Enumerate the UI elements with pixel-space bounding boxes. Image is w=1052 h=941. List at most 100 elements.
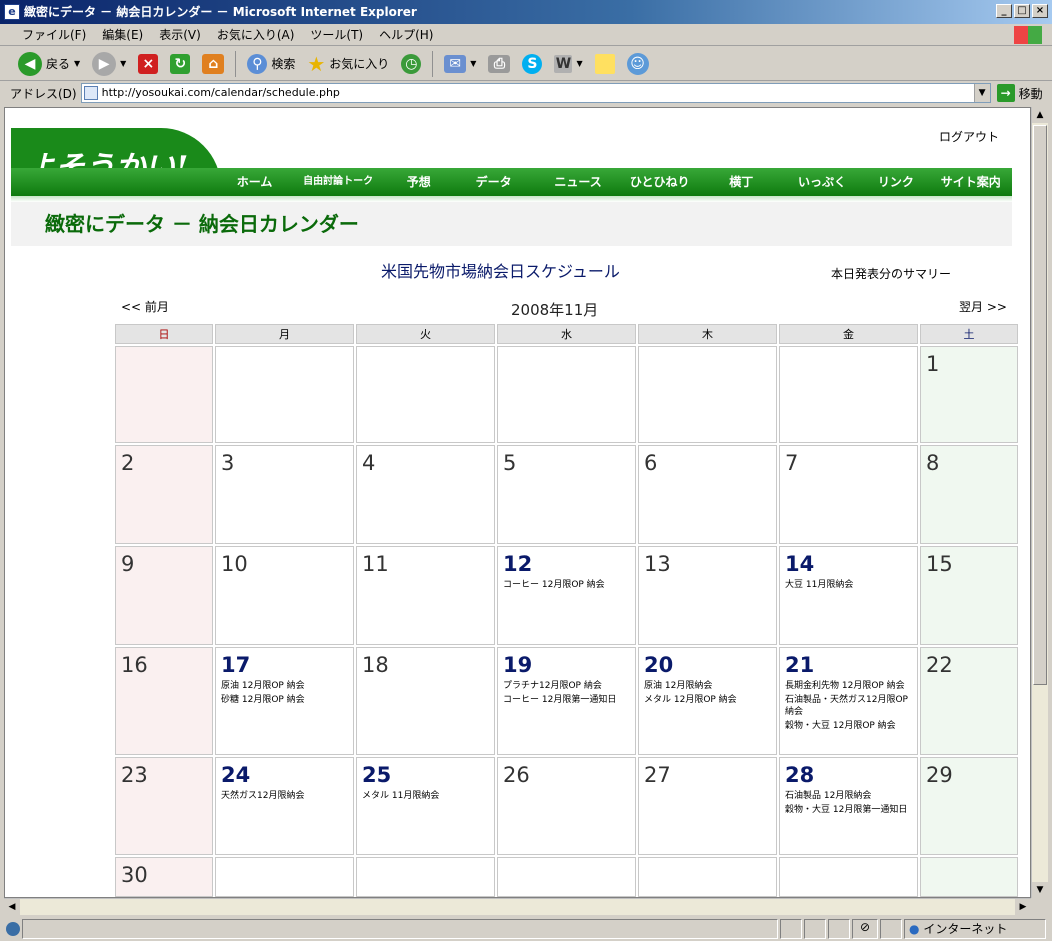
nav-home[interactable]: ホーム <box>221 168 288 196</box>
calendar-event[interactable]: 石油製品 12月限納会 <box>785 790 913 802</box>
maximize-button[interactable]: □ <box>1014 4 1030 18</box>
home-button[interactable]: ⌂ <box>198 49 228 79</box>
calendar-event[interactable]: 長期金利先物 12月限OP 納会 <box>785 680 913 692</box>
nav-talk[interactable]: 自由討論トーク <box>288 168 388 196</box>
messenger-button[interactable]: ☺ <box>623 49 653 79</box>
nav-news[interactable]: ニュース <box>538 168 619 196</box>
menu-edit[interactable]: 編集(E) <box>94 26 151 43</box>
scroll-right-icon[interactable]: ▶ <box>1015 899 1031 915</box>
note-button[interactable] <box>591 49 619 79</box>
edit-button[interactable]: W ▼ <box>550 49 586 79</box>
calendar-event[interactable]: 大豆 11月限納会 <box>785 579 913 591</box>
horizontal-scrollbar[interactable]: ◀ ▶ <box>4 898 1031 915</box>
address-input[interactable]: http://yosoukai.com/calendar/schedule.ph… <box>80 83 991 103</box>
forward-button[interactable]: ▶ ▼ <box>88 49 130 79</box>
address-bar: アドレス(D) http://yosoukai.com/calendar/sch… <box>0 82 1052 104</box>
refresh-icon: ↻ <box>170 53 191 74</box>
day-number[interactable]: 25 <box>362 762 490 788</box>
day-number[interactable]: 20 <box>644 652 772 678</box>
next-month-link[interactable]: 翌月 >> <box>959 298 1007 315</box>
page-icon <box>83 86 98 100</box>
edit-dropdown-icon[interactable]: ▼ <box>576 59 582 68</box>
prev-month-link[interactable]: << 前月 <box>121 298 169 315</box>
nav-site-guide[interactable]: サイト案内 <box>929 168 1012 196</box>
summary-link[interactable]: 本日発表分のサマリー <box>831 265 951 282</box>
refresh-button[interactable]: ↻ <box>166 49 194 79</box>
scroll-thumb[interactable] <box>1033 125 1047 685</box>
scroll-up-icon[interactable]: ▲ <box>1032 107 1048 123</box>
calendar-day-cell <box>638 346 777 443</box>
nav-ippuku[interactable]: いっぷく <box>782 168 863 196</box>
calendar-week-row: 16 17 原油 12月限OP 納会 砂糖 12月限OP 納会 18 19 プラチナ12月限… <box>115 647 1018 755</box>
menu-file[interactable]: ファイル(F) <box>14 26 94 43</box>
weekday-header: 土 <box>920 324 1018 344</box>
address-dropdown-icon[interactable]: ▼ <box>973 84 990 102</box>
menu-view[interactable]: 表示(V) <box>151 26 209 43</box>
menu-tools[interactable]: ツール(T) <box>302 26 371 43</box>
forward-dropdown-icon[interactable]: ▼ <box>120 59 126 68</box>
calendar-event[interactable]: 石油製品・天然ガス12月限OP 納会 <box>785 694 913 718</box>
scroll-down-icon[interactable]: ▼ <box>1032 882 1048 898</box>
nav-data[interactable]: データ <box>449 168 537 196</box>
day-number[interactable]: 21 <box>785 652 913 678</box>
day-number: 5 <box>503 451 517 475</box>
favorites-button[interactable]: ★ お気に入り <box>303 49 393 79</box>
nav-yokocho[interactable]: 横丁 <box>701 168 782 196</box>
calendar-event[interactable]: コーヒー 12月限OP 納会 <box>503 579 631 591</box>
close-button[interactable]: × <box>1032 4 1048 18</box>
mail-button[interactable]: ✉ ▼ <box>440 49 480 79</box>
minimize-button[interactable]: _ <box>996 4 1012 18</box>
calendar-day-cell: 17 原油 12月限OP 納会 砂糖 12月限OP 納会 <box>215 647 354 755</box>
day-number[interactable]: 14 <box>785 551 913 577</box>
calendar-event[interactable]: メタル 11月限納会 <box>362 790 490 802</box>
search-button[interactable]: ⚲ 検索 <box>243 49 299 79</box>
back-dropdown-icon[interactable]: ▼ <box>74 59 80 68</box>
day-number[interactable]: 19 <box>503 652 631 678</box>
calendar-event[interactable]: 天然ガス12月限納会 <box>221 790 349 802</box>
calendar-event[interactable]: プラチナ12月限OP 納会 <box>503 680 631 692</box>
calendar-event[interactable]: 原油 12月限OP 納会 <box>221 680 349 692</box>
status-pane <box>828 919 850 939</box>
mail-dropdown-icon[interactable]: ▼ <box>470 59 476 68</box>
day-number[interactable]: 28 <box>785 762 913 788</box>
calendar-event[interactable]: 原油 12月限納会 <box>644 680 772 692</box>
scroll-left-icon[interactable]: ◀ <box>4 899 20 915</box>
back-button[interactable]: ◀ 戻る ▼ <box>14 49 84 79</box>
skype-icon: S <box>522 53 543 74</box>
calendar-week-row: 30 <box>115 857 1018 897</box>
calendar-day-cell: 7 <box>779 445 918 544</box>
calendar-day-cell <box>497 346 636 443</box>
weekday-header: 月 <box>215 324 354 344</box>
popup-blocked-icon[interactable]: ⊘ <box>852 919 878 939</box>
print-button[interactable]: ⎙ <box>484 49 514 79</box>
history-button[interactable]: ◷ <box>397 49 425 79</box>
status-pane <box>880 919 902 939</box>
calendar-event[interactable]: コーヒー 12月限第一通知日 <box>503 694 631 706</box>
calendar-event[interactable]: 穀物・大豆 12月限第一通知日 <box>785 804 913 816</box>
menu-help[interactable]: ヘルプ(H) <box>371 26 441 43</box>
calendar-event[interactable]: メタル 12月限OP 納会 <box>644 694 772 706</box>
skype-button[interactable]: S <box>518 49 546 79</box>
vertical-scrollbar[interactable]: ▲ ▼ <box>1031 107 1048 898</box>
calendar-event[interactable]: 砂糖 12月限OP 納会 <box>221 694 349 706</box>
calendar-day-cell: 11 <box>356 546 495 645</box>
nav-link[interactable]: リンク <box>862 168 929 196</box>
calendar-event[interactable]: 穀物・大豆 12月限OP 納会 <box>785 720 913 732</box>
go-button[interactable]: → 移動 <box>996 84 1043 102</box>
star-icon: ★ <box>307 51 326 76</box>
day-number[interactable]: 24 <box>221 762 349 788</box>
nav-forecast[interactable]: 予想 <box>388 168 449 196</box>
day-number: 22 <box>926 653 953 677</box>
stop-button[interactable]: × <box>134 49 162 79</box>
day-number[interactable]: 17 <box>221 652 349 678</box>
calendar-day-cell: 27 <box>638 757 777 855</box>
menu-favorites[interactable]: お気に入り(A) <box>209 26 303 43</box>
home-icon: ⌂ <box>202 53 225 74</box>
calendar-day-cell <box>215 857 354 897</box>
day-number[interactable]: 12 <box>503 551 631 577</box>
ie-app-icon: e <box>4 4 20 20</box>
weekday-header: 日 <box>115 324 213 344</box>
status-pane <box>804 919 826 939</box>
calendar-day-cell: 14 大豆 11月限納会 <box>779 546 918 645</box>
nav-hitohineri[interactable]: ひとひねり <box>618 168 701 196</box>
